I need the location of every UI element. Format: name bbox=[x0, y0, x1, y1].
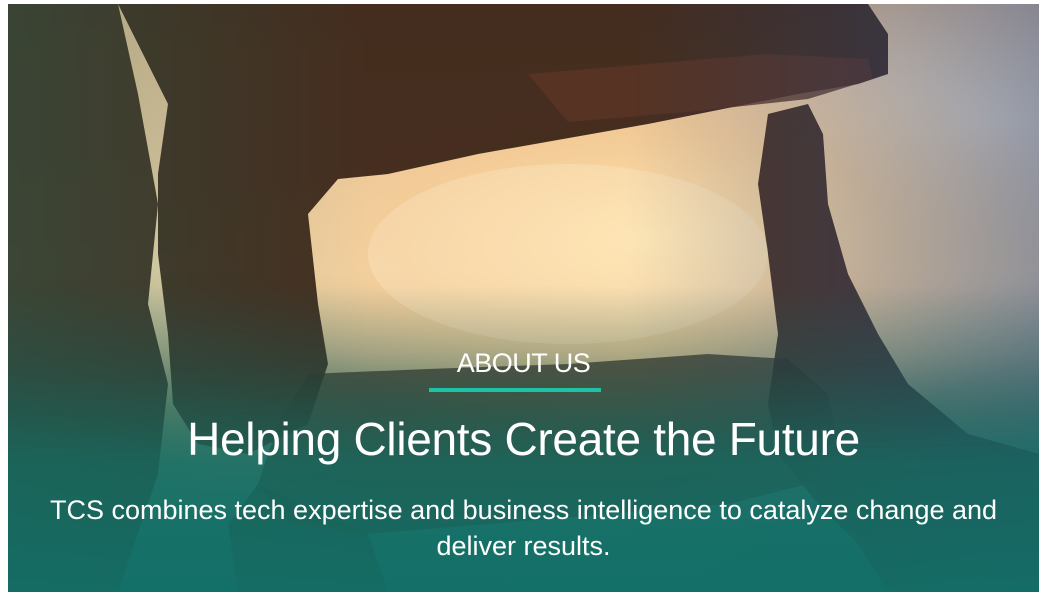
hero-content: ABOUT US Helping Clients Create the Futu… bbox=[8, 4, 1039, 592]
about-us-hero: ABOUT US Helping Clients Create the Futu… bbox=[0, 0, 1039, 592]
section-eyebrow: ABOUT US bbox=[456, 348, 591, 378]
hero-headline: Helping Clients Create the Future bbox=[187, 413, 860, 465]
hero-subline: TCS combines tech expertise and business… bbox=[49, 495, 998, 561]
eyebrow-underline bbox=[429, 388, 601, 392]
